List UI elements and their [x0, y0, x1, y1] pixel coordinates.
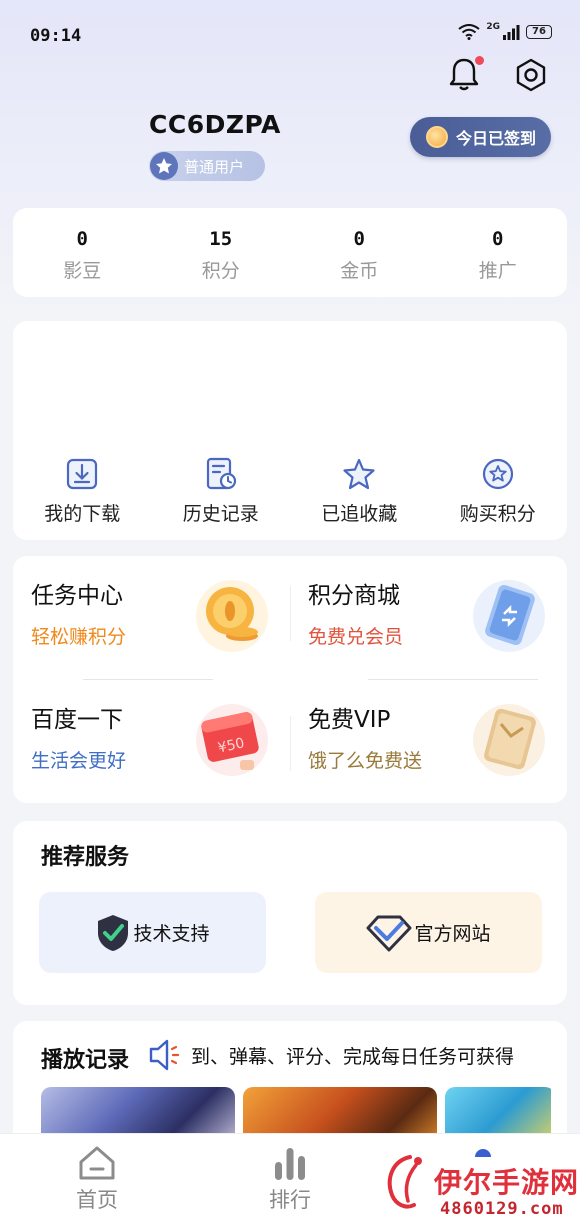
ranking-icon: [275, 1148, 305, 1180]
star-badge-icon: [150, 152, 178, 180]
coin-icon: [426, 126, 448, 148]
nav-label: 排行: [269, 1188, 311, 1212]
free-vip-tile[interactable]: 免费VIP 饿了么免费送: [290, 680, 567, 803]
stat-label: 积分: [201, 260, 240, 282]
task-title: 百度一下: [31, 707, 123, 733]
username: CC6DZPA: [149, 110, 281, 139]
task-subtitle: 饿了么免费送: [308, 750, 423, 772]
stat-value: 0: [76, 228, 88, 250]
speaker-icon: [149, 1039, 180, 1071]
tech-support-button[interactable]: 技术支持: [39, 892, 266, 973]
notification-dot: [475, 56, 484, 65]
stat-label: 金币: [340, 260, 379, 282]
stat-label: 推广: [478, 260, 517, 282]
service-label: 官方网站: [414, 923, 491, 945]
stat-points[interactable]: 15 积分: [152, 208, 291, 297]
task-title: 任务中心: [31, 583, 123, 609]
download-icon: [67, 458, 98, 490]
official-website-button[interactable]: 官方网站: [315, 892, 542, 973]
announcement-marquee: 到、弹幕、评分、完成每日任务可获得: [191, 1046, 515, 1068]
task-title: 免费VIP: [308, 707, 391, 733]
nav-ranking[interactable]: 排行: [240, 1144, 340, 1214]
history-thumbnail[interactable]: [445, 1087, 551, 1137]
task-center-tile[interactable]: 任务中心 轻松赚积分: [13, 556, 290, 679]
divider: [290, 586, 291, 641]
quick-action-favorites[interactable]: 已追收藏: [290, 457, 429, 526]
gold-coin-icon: [196, 580, 268, 652]
exchange-card-icon: [473, 580, 545, 652]
task-title: 积分商城: [308, 583, 400, 609]
quick-action-buy-points[interactable]: 购买积分: [429, 457, 568, 526]
shield-check-icon: [98, 914, 129, 951]
stat-label: 影豆: [63, 260, 102, 282]
nav-home[interactable]: 首页: [47, 1144, 147, 1214]
stats-card: 0 影豆 15 积分 0 金币 0 推广: [13, 208, 567, 297]
wifi-icon: [458, 24, 480, 40]
status-icons: 2G 76: [458, 22, 552, 40]
history-icon: [206, 457, 236, 490]
quick-action-label: 已追收藏: [321, 503, 398, 525]
settings-button[interactable]: [513, 57, 549, 93]
stat-value: 0: [353, 228, 365, 250]
user-type-badge: 普通用户: [149, 151, 265, 181]
signal-icon: [503, 25, 520, 40]
task-subtitle: 免费兑会员: [308, 626, 404, 648]
section-title: 推荐服务: [41, 845, 130, 870]
battery-indicator: 76: [526, 25, 552, 39]
vip-card-icon: [473, 704, 545, 776]
section-title: 播放记录: [41, 1048, 130, 1073]
task-subtitle: 生活会更好: [31, 750, 127, 772]
gear-icon: [516, 58, 546, 92]
quick-action-downloads[interactable]: 我的下载: [13, 457, 152, 526]
stat-promotion[interactable]: 0 推广: [429, 208, 568, 297]
divider: [368, 679, 538, 680]
watermark-text: 伊尔手游网: [434, 1166, 580, 1199]
diamond-check-icon: [366, 915, 412, 951]
stat-gold[interactable]: 0 金币: [290, 208, 429, 297]
stat-yingdou[interactable]: 0 影豆: [13, 208, 152, 297]
nav-label: 首页: [76, 1188, 118, 1212]
star-coin-icon: [482, 458, 513, 490]
watermark-url: 4860129.com: [440, 1199, 564, 1219]
quick-action-label: 我的下载: [44, 503, 121, 525]
quick-action-label: 购买积分: [459, 503, 536, 525]
checkin-button[interactable]: 今日已签到: [410, 117, 551, 157]
divider: [290, 716, 291, 771]
quick-actions-card: 我的下载 历史记录 已追收藏 购买积分: [13, 321, 567, 540]
tasks-card: 任务中心 轻松赚积分 积分商城 免费兑会员 百度一下 生活会更好 ¥50 免费V…: [13, 556, 567, 803]
baidu-tile[interactable]: 百度一下 生活会更好 ¥50: [13, 680, 290, 803]
history-thumbnail[interactable]: [41, 1087, 235, 1137]
history-thumbnails: [41, 1087, 551, 1137]
quick-action-label: 历史记录: [182, 503, 259, 525]
user-type-label: 普通用户: [184, 157, 245, 176]
service-label: 技术支持: [133, 923, 210, 945]
stat-value: 0: [492, 228, 504, 250]
stat-value: 15: [209, 228, 233, 250]
recommended-services-card: 推荐服务 技术支持 官方网站: [13, 821, 567, 1005]
red-packet-icon: ¥50: [196, 704, 268, 776]
watermark: 伊尔手游网 4860129.com: [380, 1145, 580, 1224]
divider: [83, 679, 213, 680]
status-time: 09:14: [30, 26, 82, 46]
history-thumbnail[interactable]: [243, 1087, 437, 1137]
notification-bell-button[interactable]: [446, 56, 484, 92]
network-label: 2G: [486, 22, 500, 32]
quick-actions-row: 我的下载 历史记录 已追收藏 购买积分: [13, 457, 567, 526]
home-icon: [79, 1146, 115, 1180]
task-subtitle: 轻松赚积分: [31, 626, 127, 648]
watermark-logo-icon: [387, 1155, 422, 1209]
star-icon: [343, 458, 375, 490]
quick-action-history[interactable]: 历史记录: [152, 457, 291, 526]
status-bar: 09:14 2G 76: [0, 0, 580, 64]
checkin-label: 今日已签到: [456, 129, 537, 148]
points-mall-tile[interactable]: 积分商城 免费兑会员: [290, 556, 567, 679]
